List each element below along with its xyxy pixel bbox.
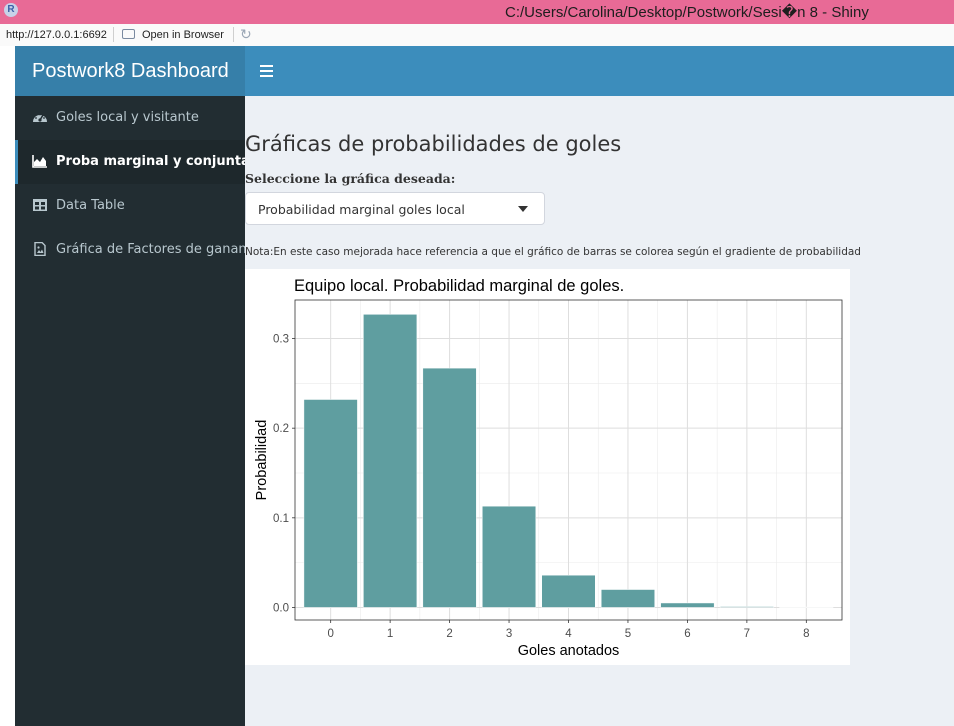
x-axis-label: Goles anotados [518, 643, 620, 659]
bar-4 [541, 574, 596, 608]
chart-select-dropdown[interactable]: Probabilidad marginal goles local [245, 192, 545, 225]
y-tick-label: 0.3 [273, 334, 289, 346]
x-tick-label: 3 [506, 628, 512, 640]
r-logo-icon: R [4, 3, 18, 17]
toolbar-divider [233, 27, 234, 42]
bar-2 [422, 367, 477, 608]
address-url[interactable]: http://127.0.0.1:6692 [6, 29, 107, 41]
file-image-icon [34, 242, 46, 256]
chart-title: Equipo local. Probabilidad marginal de g… [294, 277, 624, 295]
window-title: C:/Users/Carolina/Desktop/Postwork/Sesi�… [505, 4, 869, 21]
y-tick-label: 0.2 [273, 423, 289, 435]
refresh-icon[interactable]: ↻ [240, 26, 252, 43]
note-text: Nota:En este caso mejorada hace referenc… [245, 246, 861, 258]
page-title: Gráficas de probabilidades de goles [245, 132, 622, 156]
x-tick-label: 7 [744, 628, 750, 640]
sidebar-item-goles-local-visitante[interactable]: Goles local y visitante [15, 96, 245, 140]
sidebar-item-grafica-factores-ganancia[interactable]: Gráfica de Factores de ganancia [15, 228, 265, 272]
x-tick-label: 1 [387, 628, 393, 640]
y-tick-label: 0.1 [273, 513, 289, 525]
bar-0 [303, 399, 358, 608]
plot-output: Equipo local. Probabilidad marginal de g… [245, 269, 850, 665]
window-titlebar: R C:/Users/Carolina/Desktop/Postwork/Ses… [0, 0, 954, 24]
x-tick-label: 0 [327, 628, 333, 640]
main-content: Gráficas de probabilidades de goles Sele… [245, 96, 954, 726]
area-chart-icon [32, 155, 47, 168]
sidebar-item-data-table[interactable]: Data Table [15, 184, 245, 228]
bar-8 [779, 606, 834, 608]
x-tick-label: 5 [625, 628, 631, 640]
x-tick-label: 8 [803, 628, 809, 640]
toolbar-divider [113, 27, 114, 42]
x-tick-label: 6 [684, 628, 690, 640]
browser-toolbar: http://127.0.0.1:6692 Open in Browser ↻ [0, 24, 954, 47]
sidebar-item-proba-marginal-conjunta[interactable]: Proba marginal y conjunta [15, 140, 250, 184]
window-left-margin [0, 46, 15, 726]
sidebar-item-label: Data Table [56, 198, 125, 213]
window-open-icon[interactable] [122, 29, 135, 39]
x-tick-label: 4 [565, 628, 572, 640]
bar-1 [363, 314, 418, 608]
y-tick-label: 0.0 [273, 602, 289, 614]
dashboard-gauge-icon [33, 113, 47, 122]
y-axis-label: Probabilidad [254, 420, 270, 501]
bar-3 [482, 505, 537, 608]
caret-down-icon [518, 206, 528, 212]
bar-5 [600, 589, 655, 608]
select-label: Seleccione la gráfica deseada: [245, 171, 456, 186]
sidebar-item-label: Gráfica de Factores de ganancia [56, 242, 266, 257]
top-navbar [245, 46, 954, 96]
sidebar-item-label: Goles local y visitante [56, 110, 199, 125]
open-in-browser-button[interactable]: Open in Browser [142, 29, 224, 41]
dashboard-logo: Postwork8 Dashboard [15, 46, 245, 96]
bar-chart: Equipo local. Probabilidad marginal de g… [254, 277, 843, 659]
sidebar: Goles local y visitante Proba marginal y… [15, 96, 265, 726]
select-value: Probabilidad marginal goles local [258, 202, 465, 217]
x-tick-label: 2 [446, 628, 452, 640]
bar-6 [660, 602, 715, 608]
hamburger-menu-icon[interactable] [260, 65, 273, 77]
bar-7 [719, 606, 774, 608]
table-icon [33, 199, 47, 211]
sidebar-item-label: Proba marginal y conjunta [56, 154, 250, 169]
